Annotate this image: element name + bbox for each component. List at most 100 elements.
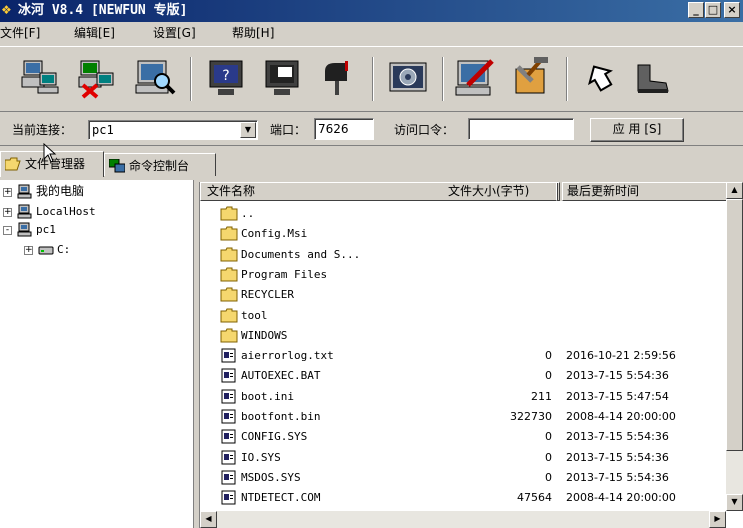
table-row[interactable]: NTDETECT.COM 47564 2008-4-14 20:00:00 xyxy=(200,487,710,507)
tree-label: 我的电脑 xyxy=(36,184,85,198)
close-button[interactable]: × xyxy=(724,2,740,18)
chevron-down-icon[interactable]: ▼ xyxy=(240,122,256,138)
tree-label: LocalHost xyxy=(36,205,96,218)
computer-icon xyxy=(17,204,32,219)
scroll-left-icon[interactable]: ◀ xyxy=(200,511,217,528)
table-row[interactable]: WINDOWS xyxy=(200,325,710,345)
tree-node-pc1[interactable]: - pc1 xyxy=(0,222,190,238)
file-name: RECYCLER xyxy=(241,288,294,302)
tab-command-console[interactable]: 命令控制台 xyxy=(104,153,216,176)
upgrade-button[interactable] xyxy=(578,55,622,99)
expand-icon[interactable]: + xyxy=(3,208,12,217)
window-title: 冰河 V8.4 [NEWFUN 专版] xyxy=(18,3,188,18)
search-computer-button[interactable] xyxy=(134,55,178,99)
add-computer-button[interactable] xyxy=(18,55,62,99)
settings-button[interactable] xyxy=(386,55,430,99)
table-row[interactable]: Documents and S... xyxy=(200,244,710,264)
file-name: NTDETECT.COM xyxy=(241,491,321,505)
folder-icon xyxy=(220,287,238,302)
app-icon: ❖ xyxy=(1,3,12,17)
file-name: Config.Msi xyxy=(241,227,308,241)
file-name: bootfont.bin xyxy=(241,410,321,423)
mailbox-button[interactable] xyxy=(315,55,359,99)
tools-icon xyxy=(515,57,548,94)
file-icon xyxy=(221,450,236,465)
column-header-size[interactable]: 文件大小(字节) xyxy=(448,183,529,199)
horizontal-scrollbar[interactable]: ◀ ▶ xyxy=(200,511,726,528)
tree-node-localhost[interactable]: + LocalHost xyxy=(0,204,190,220)
apply-button[interactable]: 应 用 [S] xyxy=(590,118,684,142)
table-row[interactable]: MSDOS.SYS 0 2013-7-15 5:54:36 xyxy=(200,467,710,487)
menu-settings[interactable]: 设置[G] xyxy=(153,26,196,40)
table-row[interactable]: RECYCLER xyxy=(200,284,710,304)
file-name: Program Files xyxy=(241,267,328,281)
tab-command-console-label: 命令控制台 xyxy=(129,159,190,173)
password-input[interactable] xyxy=(468,118,574,140)
port-input[interactable]: 7626 xyxy=(314,118,374,140)
password-label: 访问口令： xyxy=(394,123,455,137)
add-computer-icon xyxy=(21,60,59,94)
file-icon xyxy=(221,409,236,424)
svg-text:?: ? xyxy=(222,68,229,84)
file-icon xyxy=(221,348,236,363)
delete-computer-button[interactable] xyxy=(75,55,119,99)
menu-help[interactable]: 帮助[H] xyxy=(232,26,274,40)
table-row[interactable]: Config.Msi xyxy=(200,223,710,243)
tools-button[interactable] xyxy=(508,55,552,99)
tree-node-my-computer[interactable]: + 我的电脑 xyxy=(0,184,190,200)
file-size: 0 xyxy=(545,430,552,444)
console-icon xyxy=(109,159,125,173)
scroll-up-icon[interactable]: ▲ xyxy=(726,182,743,199)
port-label: 端口： xyxy=(270,123,307,137)
tree-node-drive-c[interactable]: + C: xyxy=(0,242,190,258)
table-row[interactable]: boot.ini 211 2013-7-15 5:47:54 xyxy=(200,386,710,406)
folder-open-icon xyxy=(5,157,21,171)
connection-select[interactable]: pc1 ▼ xyxy=(88,120,258,140)
screen-capture-icon: ? xyxy=(209,60,243,95)
file-name: boot.ini xyxy=(241,389,294,403)
toolbar-separator xyxy=(566,57,568,101)
table-row[interactable]: CONFIG.SYS 0 2013-7-15 5:54:36 xyxy=(200,426,710,446)
minimize-button[interactable]: _ xyxy=(688,2,704,18)
exit-button[interactable] xyxy=(630,55,674,99)
maximize-button[interactable]: □ xyxy=(705,2,721,18)
file-icon xyxy=(221,389,236,404)
scroll-thumb[interactable] xyxy=(726,199,743,451)
folder-tree: + 我的电脑 + LocalHost - pc1 + C: xyxy=(0,180,194,528)
title-bar[interactable]: ❖ 冰河 V8.4 [NEWFUN 专版] _ □ × xyxy=(0,0,743,22)
scroll-right-icon[interactable]: ▶ xyxy=(709,511,726,528)
column-header-time[interactable]: 最后更新时间 xyxy=(562,182,728,201)
table-row[interactable]: IO.SYS 0 2013-7-15 5:54:36 xyxy=(200,447,710,467)
toolbar: ? xyxy=(0,46,743,112)
scroll-down-icon[interactable]: ▼ xyxy=(726,494,743,511)
folder-icon xyxy=(220,328,238,343)
file-name: aierrorlog.txt xyxy=(241,349,334,363)
table-row[interactable]: Program Files xyxy=(200,264,710,284)
screen-control-button[interactable] xyxy=(260,55,304,99)
column-divider[interactable] xyxy=(556,182,560,201)
file-time: 2008-4-14 20:00:00 xyxy=(566,491,676,505)
delete-computer-icon xyxy=(78,60,114,99)
table-row[interactable]: bootfont.bin 322730 2008-4-14 20:00:00 xyxy=(200,406,710,426)
file-name: IO.SYS xyxy=(241,450,281,464)
screen-capture-button[interactable]: ? xyxy=(204,55,248,99)
file-icon xyxy=(221,470,236,485)
table-row[interactable]: aierrorlog.txt 0 2016-10-21 2:59:56 xyxy=(200,345,710,365)
port-value: 7626 xyxy=(318,122,349,136)
file-size: 0 xyxy=(545,369,552,383)
folder-icon xyxy=(220,206,238,221)
collapse-icon[interactable]: - xyxy=(3,226,12,235)
expand-icon[interactable]: + xyxy=(24,246,33,255)
vertical-scrollbar[interactable]: ▲ ▼ xyxy=(726,182,743,511)
file-name: .. xyxy=(241,207,255,220)
menu-file[interactable]: 文件[F] xyxy=(0,26,40,40)
table-row[interactable]: .. xyxy=(200,203,710,223)
menu-edit[interactable]: 编辑[E] xyxy=(74,26,115,40)
table-row[interactable]: tool xyxy=(200,305,710,325)
table-row[interactable]: AUTOEXEC.BAT 0 2013-7-15 5:54:36 xyxy=(200,365,710,385)
expand-icon[interactable]: + xyxy=(3,188,12,197)
configure-server-button[interactable] xyxy=(454,55,498,99)
file-name: MSDOS.SYS xyxy=(241,470,301,484)
upgrade-icon xyxy=(588,65,613,92)
file-icon xyxy=(221,429,236,444)
